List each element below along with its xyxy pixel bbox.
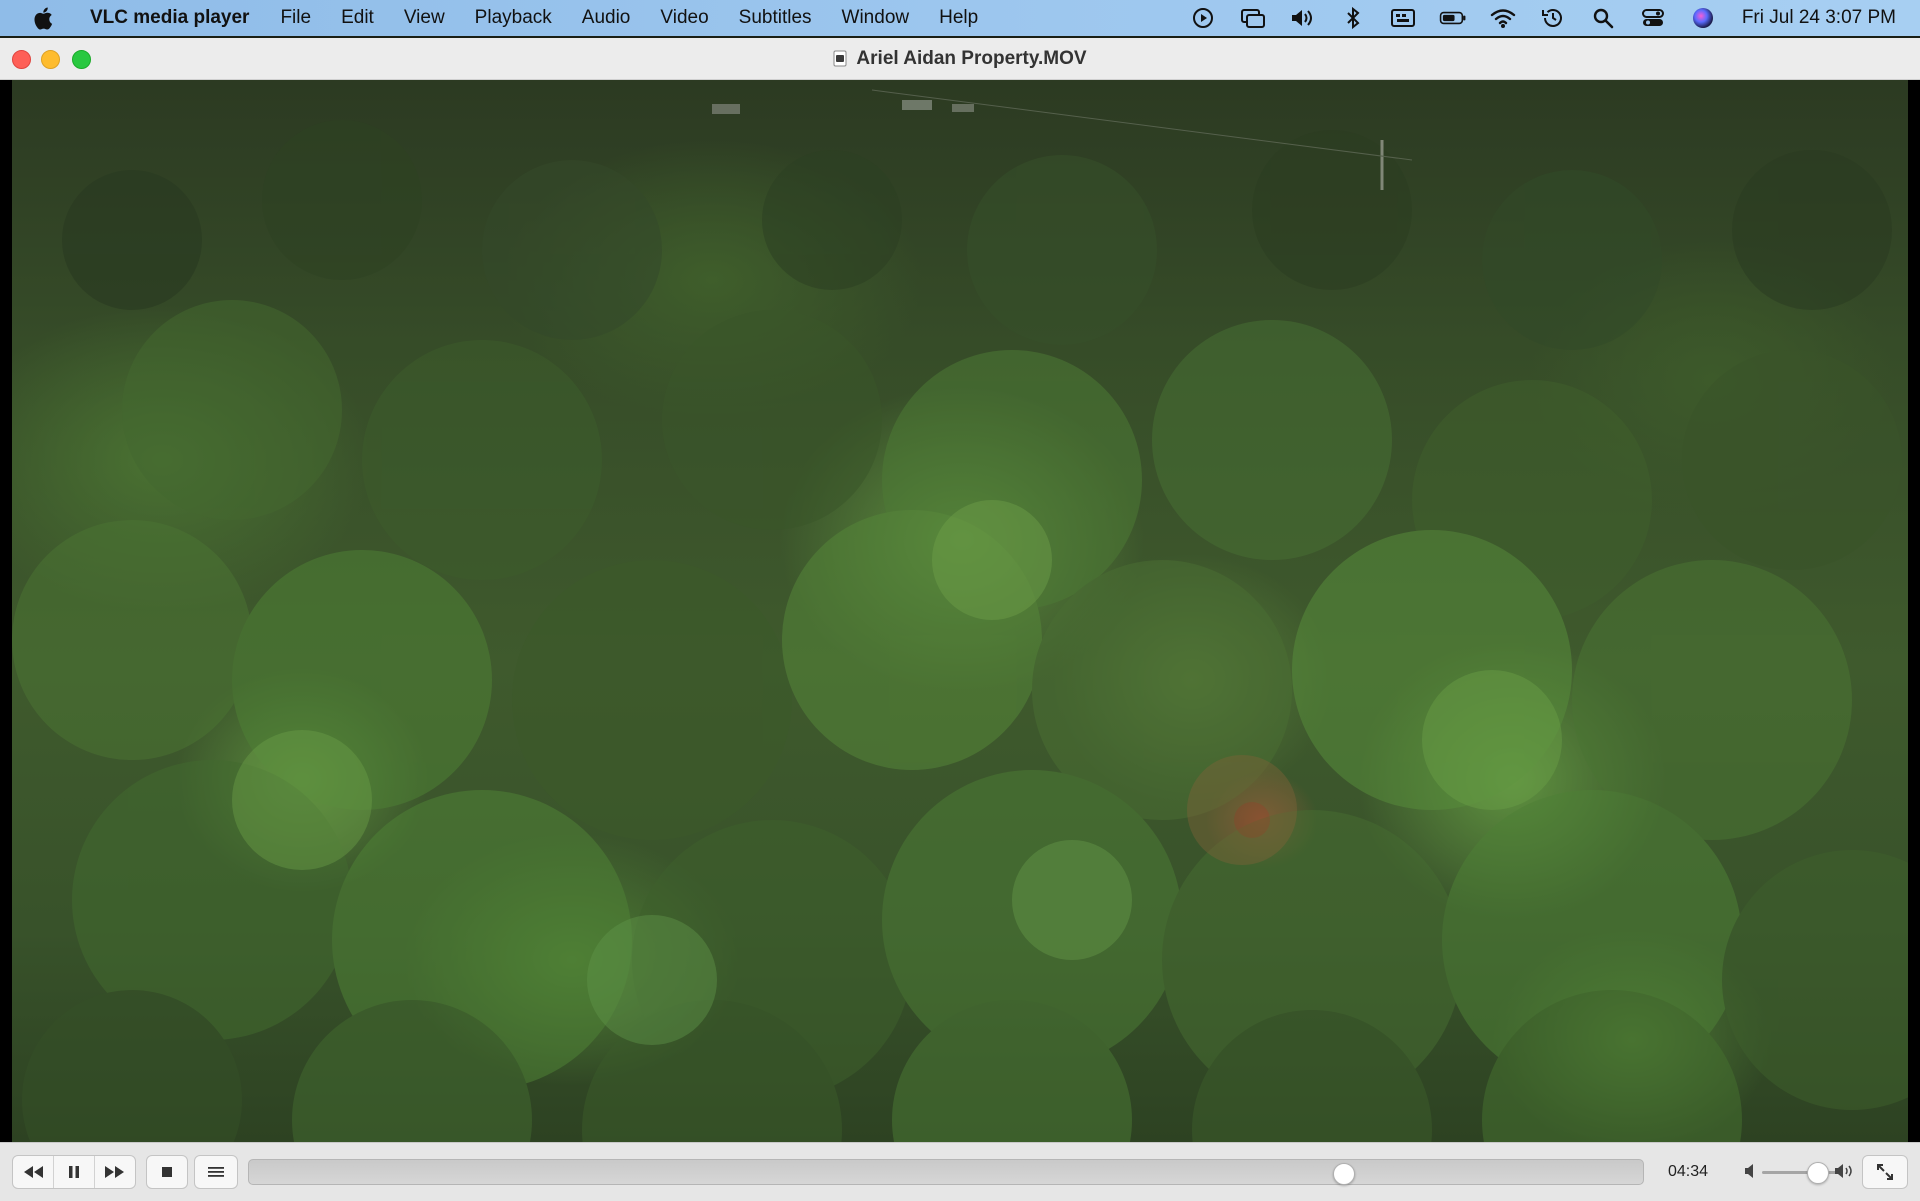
menu-video[interactable]: Video bbox=[645, 0, 723, 36]
video-frame[interactable] bbox=[12, 80, 1908, 1142]
time-machine-icon[interactable] bbox=[1539, 6, 1567, 30]
vlc-window: Ariel Aidan Property.MOV 04:34 bbox=[0, 38, 1920, 1201]
volume-low-icon[interactable] bbox=[1744, 1163, 1758, 1179]
elapsed-time[interactable]: 04:34 bbox=[1668, 1143, 1708, 1201]
screen-mirroring-icon[interactable] bbox=[1239, 6, 1267, 30]
menu-file[interactable]: File bbox=[265, 0, 326, 36]
pause-button[interactable] bbox=[54, 1156, 95, 1188]
play-circle-icon[interactable] bbox=[1189, 6, 1217, 30]
seek-bar[interactable] bbox=[248, 1159, 1644, 1185]
menu-window[interactable]: Window bbox=[827, 0, 925, 36]
menu-app-name[interactable]: VLC media player bbox=[78, 0, 265, 36]
window-title-bar[interactable]: Ariel Aidan Property.MOV bbox=[0, 38, 1920, 80]
window-minimize-button[interactable] bbox=[41, 50, 60, 69]
fast-forward-button[interactable] bbox=[95, 1156, 135, 1188]
siri-icon[interactable] bbox=[1689, 6, 1717, 30]
menu-audio[interactable]: Audio bbox=[567, 0, 646, 36]
fast-forward-icon bbox=[105, 1166, 124, 1178]
menu-subtitles[interactable]: Subtitles bbox=[724, 0, 827, 36]
menu-playback[interactable]: Playback bbox=[460, 0, 567, 36]
movie-file-icon bbox=[833, 50, 847, 67]
rewind-button[interactable] bbox=[13, 1156, 54, 1188]
volume-handle[interactable] bbox=[1806, 1162, 1829, 1184]
window-title: Ariel Aidan Property.MOV bbox=[856, 47, 1087, 69]
player-controller: 04:34 bbox=[0, 1142, 1920, 1201]
pause-icon bbox=[69, 1166, 79, 1178]
wifi-icon[interactable] bbox=[1489, 6, 1517, 30]
apple-menu-icon[interactable] bbox=[26, 0, 60, 36]
volume-icon[interactable] bbox=[1289, 6, 1317, 30]
window-maximize-button[interactable] bbox=[72, 50, 91, 69]
volume-slider[interactable] bbox=[1762, 1162, 1840, 1184]
playlist-button[interactable] bbox=[194, 1155, 238, 1189]
rewind-icon bbox=[24, 1166, 43, 1178]
stop-button[interactable] bbox=[146, 1155, 188, 1189]
transport-buttons bbox=[12, 1155, 136, 1189]
keyboard-input-icon[interactable] bbox=[1389, 6, 1417, 30]
bluetooth-icon[interactable] bbox=[1339, 6, 1367, 30]
spotlight-search-icon[interactable] bbox=[1589, 6, 1617, 30]
window-close-button[interactable] bbox=[12, 50, 31, 69]
fullscreen-icon bbox=[1877, 1164, 1893, 1180]
playlist-icon bbox=[208, 1167, 224, 1177]
battery-icon[interactable] bbox=[1439, 6, 1467, 30]
menu-bar-clock[interactable]: Fri Jul 24 3:07 PM bbox=[1742, 7, 1896, 29]
stop-icon bbox=[162, 1167, 172, 1177]
volume-high-icon[interactable] bbox=[1834, 1162, 1856, 1180]
menu-view[interactable]: View bbox=[389, 0, 460, 36]
fullscreen-button[interactable] bbox=[1862, 1155, 1908, 1189]
seek-handle[interactable] bbox=[1333, 1163, 1356, 1185]
menu-edit[interactable]: Edit bbox=[326, 0, 389, 36]
control-center-icon[interactable] bbox=[1639, 6, 1667, 30]
menu-bar: VLC media player File Edit View Playback… bbox=[0, 0, 1920, 36]
status-area: Fri Jul 24 3:07 PM bbox=[1178, 0, 1920, 36]
menu-help[interactable]: Help bbox=[924, 0, 993, 36]
